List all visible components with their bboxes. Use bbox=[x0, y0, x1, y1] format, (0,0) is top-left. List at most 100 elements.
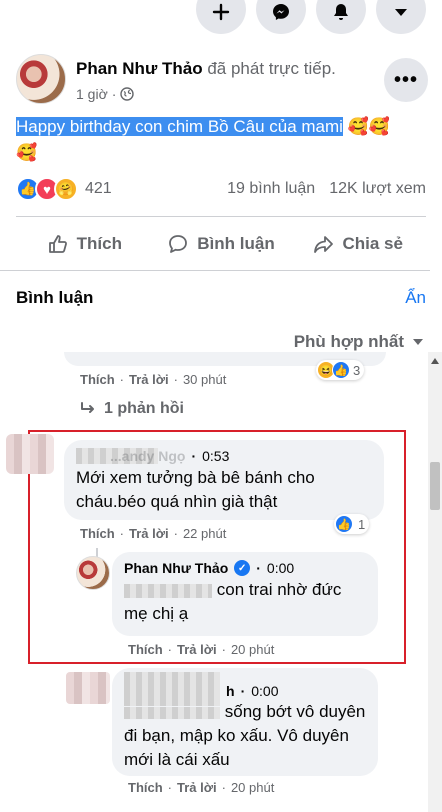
reply-author-line: Phan Như Thảo ✓ · 0:00 bbox=[124, 560, 366, 576]
comment-icon bbox=[169, 235, 188, 253]
post-options-button[interactable]: ••• bbox=[384, 58, 428, 102]
thumbs-up-icon bbox=[48, 235, 67, 253]
reply-author-avatar[interactable] bbox=[76, 556, 110, 590]
like-reaction-icon: 👍 bbox=[332, 361, 350, 379]
author-avatar[interactable] bbox=[16, 54, 66, 104]
post-time[interactable]: 1 giờ bbox=[76, 86, 108, 102]
comment-reply-button[interactable]: Trả lời bbox=[129, 526, 169, 541]
section-divider bbox=[0, 270, 430, 271]
engagement-counts: 19 bình luận 12K lượt xem bbox=[227, 180, 426, 198]
comment-time[interactable]: 22 phút bbox=[183, 526, 226, 541]
dot-separator: · bbox=[191, 448, 197, 464]
dot-separator: · bbox=[167, 780, 173, 795]
dot-separator: · bbox=[167, 642, 173, 657]
commenter-name: h bbox=[226, 683, 235, 699]
comment-reactions[interactable]: 👍 1 bbox=[334, 514, 370, 534]
commenter-avatar-blurred[interactable] bbox=[66, 672, 110, 704]
comment-author-line: ...andy Ngọ · 0:53 bbox=[76, 448, 372, 464]
reply-like-button[interactable]: Thích bbox=[128, 642, 163, 657]
like-label: Thích bbox=[76, 234, 122, 253]
comment-bubble: h · 0:00 sống bớt vô duyên đi bạn, mập k… bbox=[112, 668, 378, 776]
reply-bubble: Phan Như Thảo ✓ · 0:00 con trai nhờ đức … bbox=[112, 552, 378, 636]
comment-reaction-count: 1 bbox=[358, 516, 366, 532]
care-reaction-icon: 🤗 bbox=[54, 177, 78, 201]
comment-video-timestamp[interactable]: 0:00 bbox=[251, 683, 278, 699]
dot-separator: · bbox=[256, 560, 261, 576]
meta-separator: · bbox=[111, 86, 117, 102]
post-author-name[interactable]: Phan Như Thảo bbox=[76, 59, 203, 78]
bell-icon bbox=[334, 4, 348, 20]
create-button[interactable] bbox=[196, 0, 246, 34]
post-action-bar: Thích Bình luận Chia sẻ bbox=[16, 222, 426, 266]
tagged-name-redacted[interactable] bbox=[124, 583, 212, 598]
post-header: Phan Như Thảo đã phát trực tiếp. 1 giờ ·… bbox=[16, 54, 428, 110]
comments-title: Bình luận bbox=[16, 288, 94, 307]
caret-down-icon bbox=[395, 9, 407, 16]
post-meta: 1 giờ · bbox=[76, 86, 135, 102]
view-count: 12K lượt xem bbox=[329, 180, 426, 197]
post-emoji: 🥰🥰 bbox=[347, 117, 391, 136]
tagged-name-redacted[interactable] bbox=[124, 706, 220, 719]
verified-badge-icon: ✓ bbox=[234, 560, 251, 576]
comment-reply-button[interactable]: Trả lời bbox=[129, 372, 169, 387]
account-menu-button[interactable] bbox=[376, 0, 426, 34]
comment-like-button[interactable]: Thích bbox=[80, 526, 115, 541]
top-bar bbox=[0, 0, 442, 34]
comment-text-part1: sống bớt vô bbox=[224, 702, 315, 721]
comment-actions: Thích · Trả lời · 22 phút bbox=[80, 526, 226, 541]
notifications-button[interactable] bbox=[316, 0, 366, 34]
commenter-name: ...andy Ngọ bbox=[110, 448, 186, 464]
reply-author-name[interactable]: Phan Như Thảo bbox=[124, 560, 228, 576]
like-reaction-icon: 👍 bbox=[335, 515, 353, 533]
more-icon: ••• bbox=[393, 68, 418, 91]
reactions-summary: 👍 ♥ 🤗 421 19 bình luận 12K lượt xem bbox=[16, 174, 426, 204]
reply-time[interactable]: 20 phút bbox=[231, 642, 274, 657]
comment-reaction-count: 3 bbox=[353, 362, 361, 378]
comment-count[interactable]: 19 bình luận bbox=[227, 180, 315, 198]
comment-like-button[interactable]: Thích bbox=[80, 372, 115, 387]
dot-separator: · bbox=[119, 526, 125, 541]
scroll-up-arrow-icon[interactable] bbox=[431, 358, 439, 364]
comment-label: Bình luận bbox=[197, 234, 275, 253]
commenter-avatar-blurred[interactable] bbox=[6, 434, 54, 474]
dot-separator: · bbox=[221, 642, 226, 657]
comment-text: Mới xem tưởng bà bê bánh cho cháu.béo qu… bbox=[76, 468, 315, 511]
post-text: Happy birthday con chim Bồ Câu của mami … bbox=[16, 114, 428, 166]
dot-separator: · bbox=[221, 780, 226, 795]
replies-count-label: 1 phản hồi bbox=[104, 400, 184, 417]
comment-reactions[interactable]: 😆 👍 3 bbox=[316, 360, 365, 380]
hide-comments-link[interactable]: Ẩn bbox=[405, 288, 426, 308]
comment-time[interactable]: 20 phút bbox=[231, 780, 274, 795]
comment-video-timestamp[interactable]: 0:53 bbox=[202, 448, 229, 464]
comment-reply-button[interactable]: Trả lời bbox=[177, 780, 217, 795]
comment-sort-dropdown[interactable]: Phù hợp nhất bbox=[294, 332, 424, 352]
scrollbar[interactable] bbox=[428, 352, 442, 812]
reaction-count[interactable]: 421 bbox=[85, 180, 112, 198]
post-emoji-line2: 🥰 bbox=[16, 143, 38, 162]
comment-time[interactable]: 30 phút bbox=[183, 372, 226, 387]
comment-actions: Thích · Trả lời · 20 phút bbox=[128, 780, 274, 795]
comment-actions: Thích · Trả lời · 30 phút bbox=[80, 372, 226, 387]
comment-text: sống bớt vô duyên đi bạn, mập ko xấu. Vô… bbox=[124, 700, 366, 772]
reply-text: con trai nhờ đức mẹ chị ạ bbox=[124, 578, 366, 626]
share-label: Chia sẻ bbox=[342, 234, 403, 253]
dot-separator: · bbox=[240, 683, 246, 699]
share-icon bbox=[314, 236, 334, 253]
reply-actions: Thích · Trả lời · 20 phút bbox=[128, 642, 274, 657]
reply-arrow-icon bbox=[81, 402, 94, 413]
comment-button[interactable]: Bình luận bbox=[153, 222, 290, 266]
view-replies-link[interactable]: 1 phản hồi bbox=[80, 400, 184, 418]
messenger-icon bbox=[273, 4, 289, 20]
reply-video-timestamp[interactable]: 0:00 bbox=[267, 560, 294, 576]
share-button[interactable]: Chia sẻ bbox=[289, 222, 426, 266]
post-message: Happy birthday con chim Bồ Câu của mami bbox=[16, 117, 343, 136]
comment-like-button[interactable]: Thích bbox=[128, 780, 163, 795]
reaction-icons[interactable]: 👍 ♥ 🤗 bbox=[16, 177, 78, 201]
reply-reply-button[interactable]: Trả lời bbox=[177, 642, 217, 657]
sort-label: Phù hợp nhất bbox=[293, 332, 404, 351]
like-button[interactable]: Thích bbox=[16, 222, 153, 266]
divider bbox=[16, 216, 426, 217]
scroll-thumb[interactable] bbox=[430, 462, 440, 510]
messenger-button[interactable] bbox=[256, 0, 306, 34]
post-action-text: đã phát trực tiếp. bbox=[207, 59, 336, 78]
